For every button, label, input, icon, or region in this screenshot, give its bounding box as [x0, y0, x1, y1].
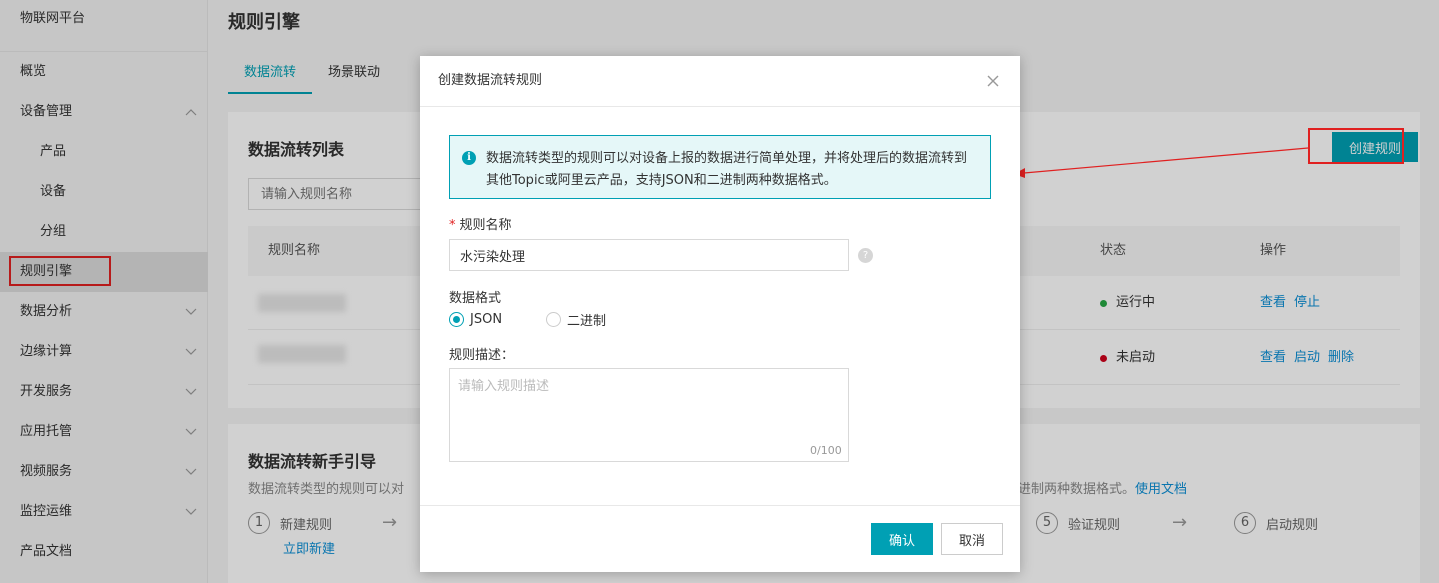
close-icon[interactable]	[984, 72, 1002, 90]
cancel-button[interactable]: 取消	[941, 523, 1003, 555]
info-icon: i	[462, 151, 476, 165]
dialog-title: 创建数据流转规则	[438, 73, 543, 88]
radio-label: 二进制	[567, 314, 607, 329]
radio-unchecked-icon	[546, 312, 562, 327]
alert-text: 数据流转类型的规则可以对设备上报的数据进行简单处理，并将处理后的数据流转到其他T…	[486, 151, 968, 188]
rule-name-label: * 规则名称	[449, 214, 512, 233]
radio-checked-icon	[449, 312, 464, 327]
rule-desc-textarea[interactable]	[449, 368, 849, 462]
divider	[420, 106, 1020, 107]
required-mark: *	[449, 218, 456, 233]
rule-name-input[interactable]	[449, 239, 849, 271]
radio-json[interactable]: JSON	[449, 312, 502, 327]
create-rule-dialog: 创建数据流转规则 i 数据流转类型的规则可以对设备上报的数据进行简单处理，并将处…	[420, 56, 1020, 572]
char-counter: 0/100	[810, 444, 842, 457]
desc-label: 规则描述：	[449, 348, 515, 363]
confirm-button[interactable]: 确认	[871, 523, 933, 555]
info-alert: i 数据流转类型的规则可以对设备上报的数据进行简单处理，并将处理后的数据流转到其…	[449, 135, 991, 199]
format-radio-group: JSON 二进制	[449, 310, 650, 329]
rule-name-label-text: 规则名称	[459, 218, 512, 233]
radio-label: JSON	[470, 312, 503, 327]
divider	[420, 505, 1020, 506]
help-icon[interactable]: ?	[858, 248, 873, 263]
format-label: 数据格式	[449, 291, 502, 306]
radio-binary[interactable]: 二进制	[546, 310, 606, 329]
